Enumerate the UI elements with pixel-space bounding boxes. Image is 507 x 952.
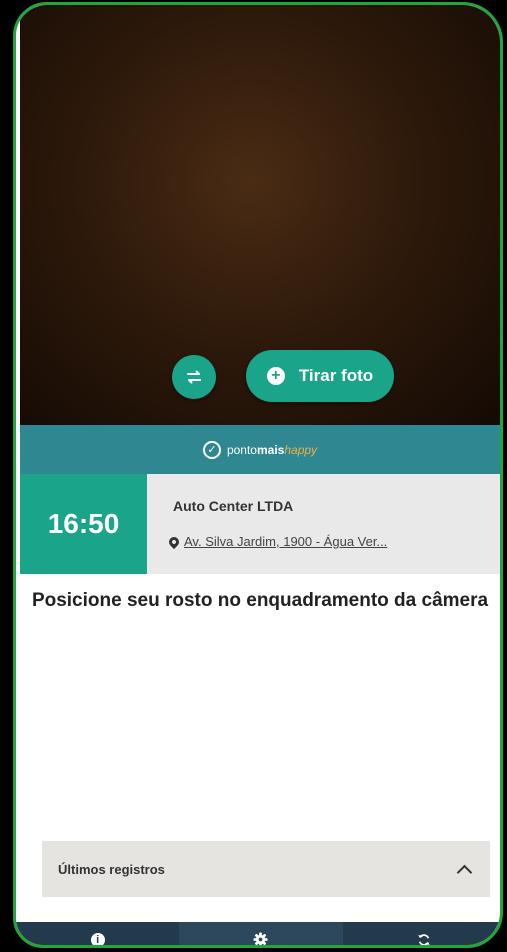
- plus-circle-icon: +: [266, 367, 285, 385]
- take-photo-button[interactable]: + Tirar foto: [246, 350, 394, 402]
- address-link[interactable]: Av. Silva Jardim, 1900 - Água Ver...: [166, 534, 388, 549]
- phone-frame: + Tirar foto ✓ pontomaishappy 16:50 Auto…: [13, 2, 503, 948]
- chevron-up-icon: [456, 864, 473, 880]
- take-photo-label: Tirar foto: [298, 366, 374, 385]
- address-text: Av. Silva Jardim, 1900 - Água Ver...: [184, 534, 388, 549]
- location-info: Auto Center LTDA Av. Silva Jardim, 1900 …: [147, 474, 500, 574]
- recent-records-label: Últimos registros: [58, 861, 165, 877]
- gear-icon: [253, 932, 269, 945]
- brand-bar: ✓ pontomaishappy: [20, 425, 500, 474]
- map-pin-icon: [166, 534, 182, 549]
- recent-records-toggle[interactable]: Últimos registros: [42, 841, 490, 897]
- switch-camera-icon: [187, 370, 201, 384]
- camera-preview: + Tirar foto: [20, 5, 500, 425]
- brand-logo: pontomaishappy: [226, 442, 318, 457]
- nav-settings[interactable]: [179, 922, 343, 945]
- nav-info[interactable]: i: [16, 922, 179, 945]
- bottom-nav: i: [16, 922, 500, 945]
- company-name: Auto Center LTDA: [173, 498, 294, 514]
- current-time: 16:50: [20, 474, 147, 574]
- info-icon: i: [90, 932, 105, 945]
- check-circle-icon: ✓: [202, 440, 221, 459]
- switch-camera-button[interactable]: [172, 355, 216, 399]
- sync-icon: [418, 933, 430, 945]
- instruction-text: Posicione seu rosto no enquadramento da …: [31, 590, 489, 611]
- nav-sync[interactable]: [343, 922, 500, 945]
